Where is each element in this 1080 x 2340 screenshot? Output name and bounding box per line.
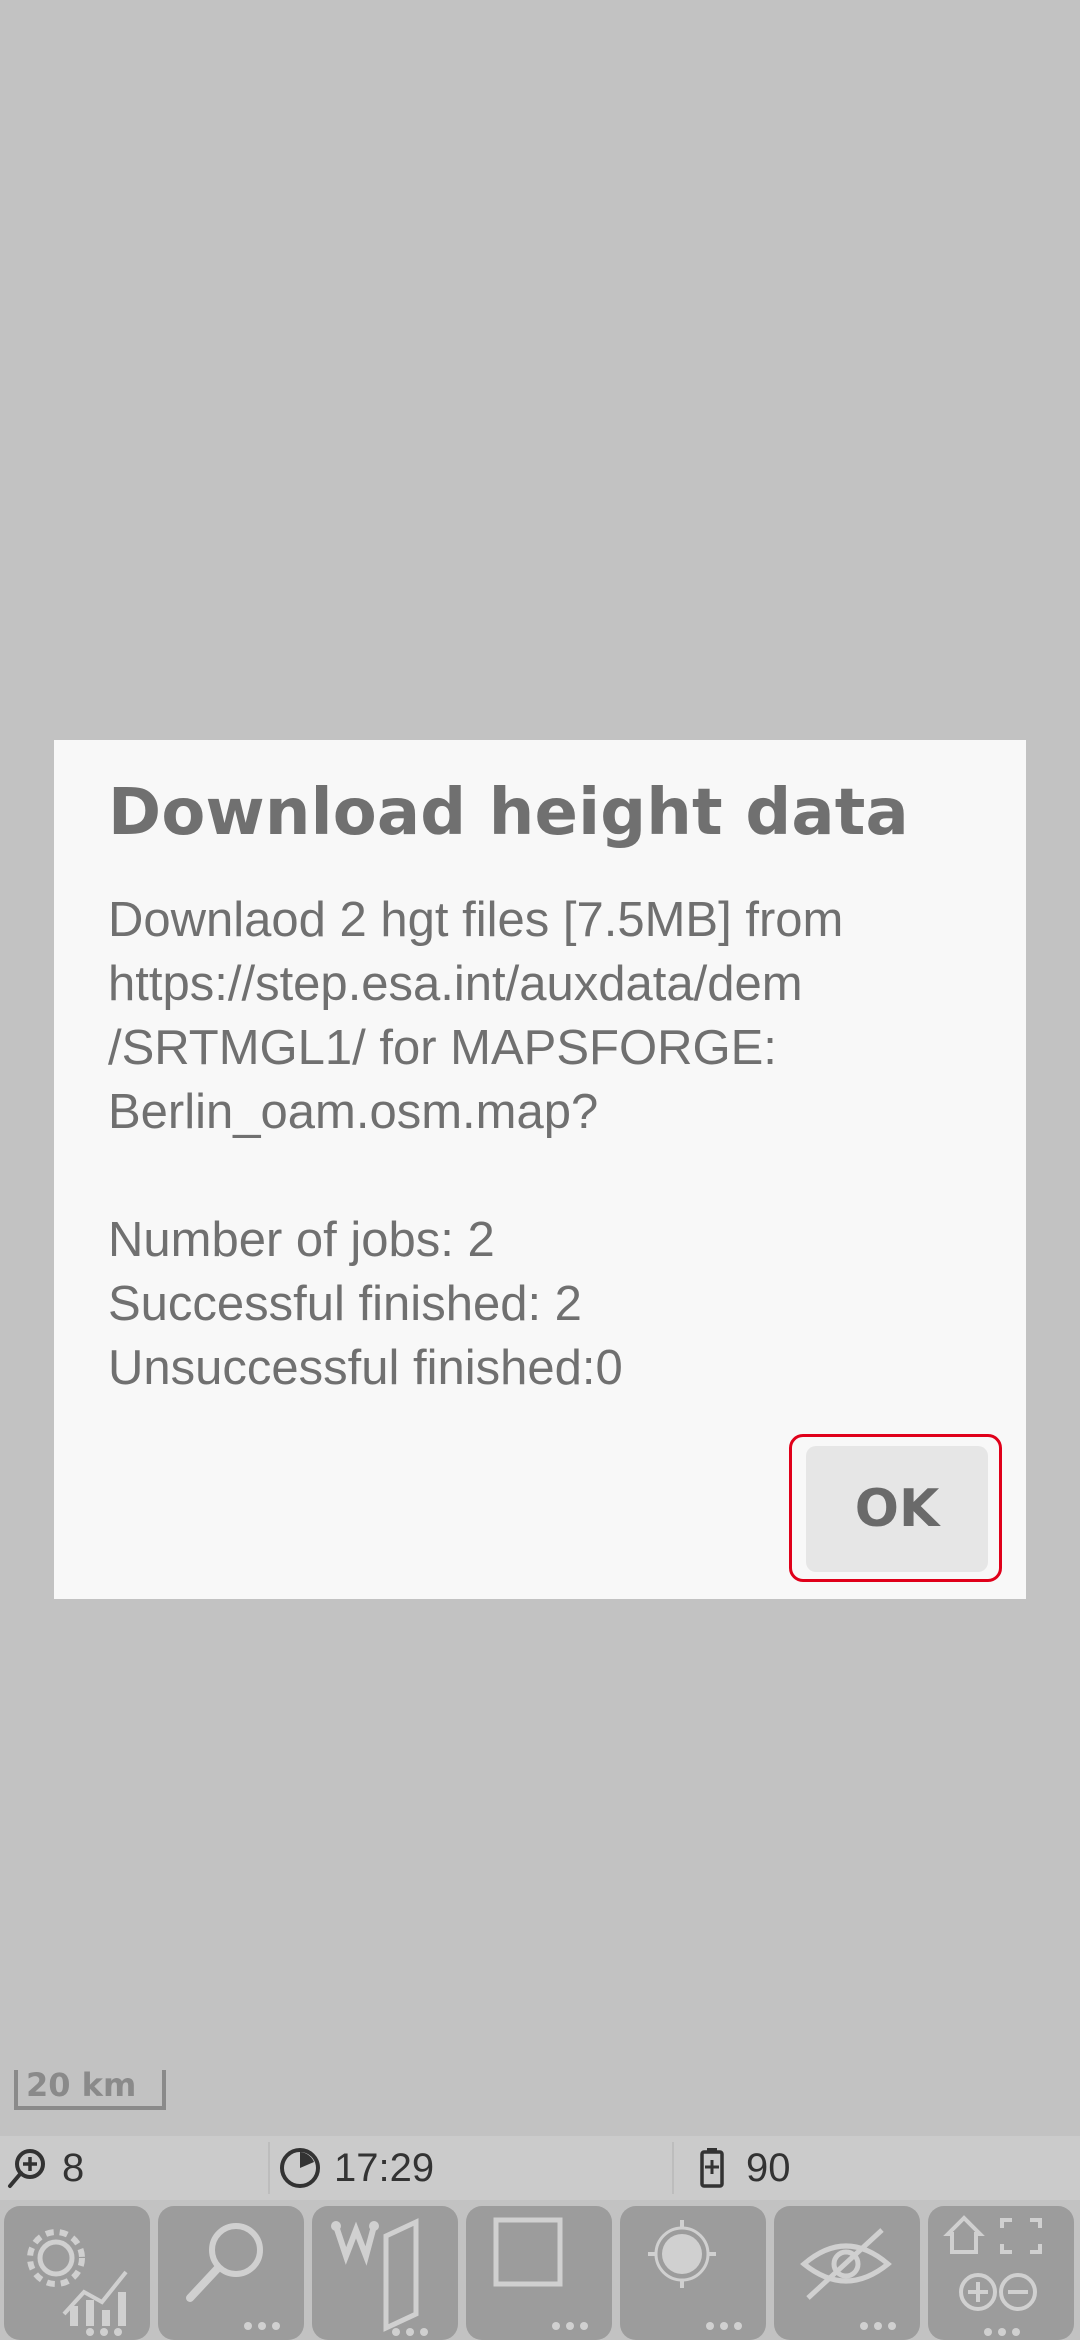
message-line: /SRTMGL1/ for MAPSFORGE: bbox=[108, 1021, 777, 1075]
zoom-level: 8 bbox=[62, 2145, 85, 2190]
message-line: Berlin_oam.osm.map? bbox=[108, 1085, 599, 1139]
successful-count-line: Successful finished: 2 bbox=[108, 1277, 582, 1331]
bottom-toolbar bbox=[0, 2206, 1080, 2340]
search-button[interactable] bbox=[158, 2206, 304, 2340]
ok-button[interactable]: OK bbox=[806, 1446, 988, 1572]
time-value: 17:29 bbox=[334, 2145, 435, 2190]
settings-statistics-icon bbox=[27, 2229, 128, 2336]
download-height-data-dialog: Download height data Downlaod 2 hgt file… bbox=[54, 740, 1026, 1599]
square-draw-icon bbox=[493, 2217, 588, 2330]
zoom-in-icon bbox=[8, 2149, 45, 2188]
message-line: https://step.esa.int/auxdata/dem bbox=[108, 957, 803, 1011]
unsuccessful-count-line: Unsuccessful finished:0 bbox=[108, 1341, 623, 1395]
dialog-title: Download height data bbox=[108, 776, 909, 850]
status-bar: 8 17:29 90 bbox=[0, 2136, 1080, 2200]
hide-eye-icon bbox=[800, 2228, 896, 2330]
zoom-status[interactable]: 8 bbox=[6, 2136, 84, 2200]
home-zoom-fullscreen-icon bbox=[943, 2215, 1042, 2336]
settings-statistics-button[interactable] bbox=[4, 2206, 150, 2340]
scale-bar-label: 20 km bbox=[26, 2066, 137, 2104]
battery-level: 90 bbox=[746, 2145, 791, 2190]
dialog-message: Downlaod 2 hgt files [7.5MB] from https:… bbox=[108, 888, 988, 1400]
waypoints-routes-button[interactable] bbox=[312, 2206, 458, 2340]
jobs-count-line: Number of jobs: 2 bbox=[108, 1213, 495, 1267]
gps-location-icon bbox=[648, 2220, 742, 2330]
battery-status[interactable]: 90 bbox=[690, 2136, 791, 2200]
tracks-overlay-button[interactable] bbox=[466, 2206, 612, 2340]
scale-bar: 20 km bbox=[14, 2066, 166, 2110]
message-line: Downlaod 2 hgt files [7.5MB] from bbox=[108, 893, 844, 947]
gps-button[interactable] bbox=[620, 2206, 766, 2340]
search-icon bbox=[186, 2223, 280, 2330]
battery-icon bbox=[700, 2148, 724, 2188]
hide-view-button[interactable] bbox=[774, 2206, 920, 2340]
home-zoom-fullscreen-button[interactable] bbox=[928, 2206, 1074, 2340]
waypoint-route-icon bbox=[331, 2218, 428, 2336]
clock-icon bbox=[280, 2148, 320, 2188]
time-status[interactable]: 17:29 bbox=[278, 2136, 434, 2200]
